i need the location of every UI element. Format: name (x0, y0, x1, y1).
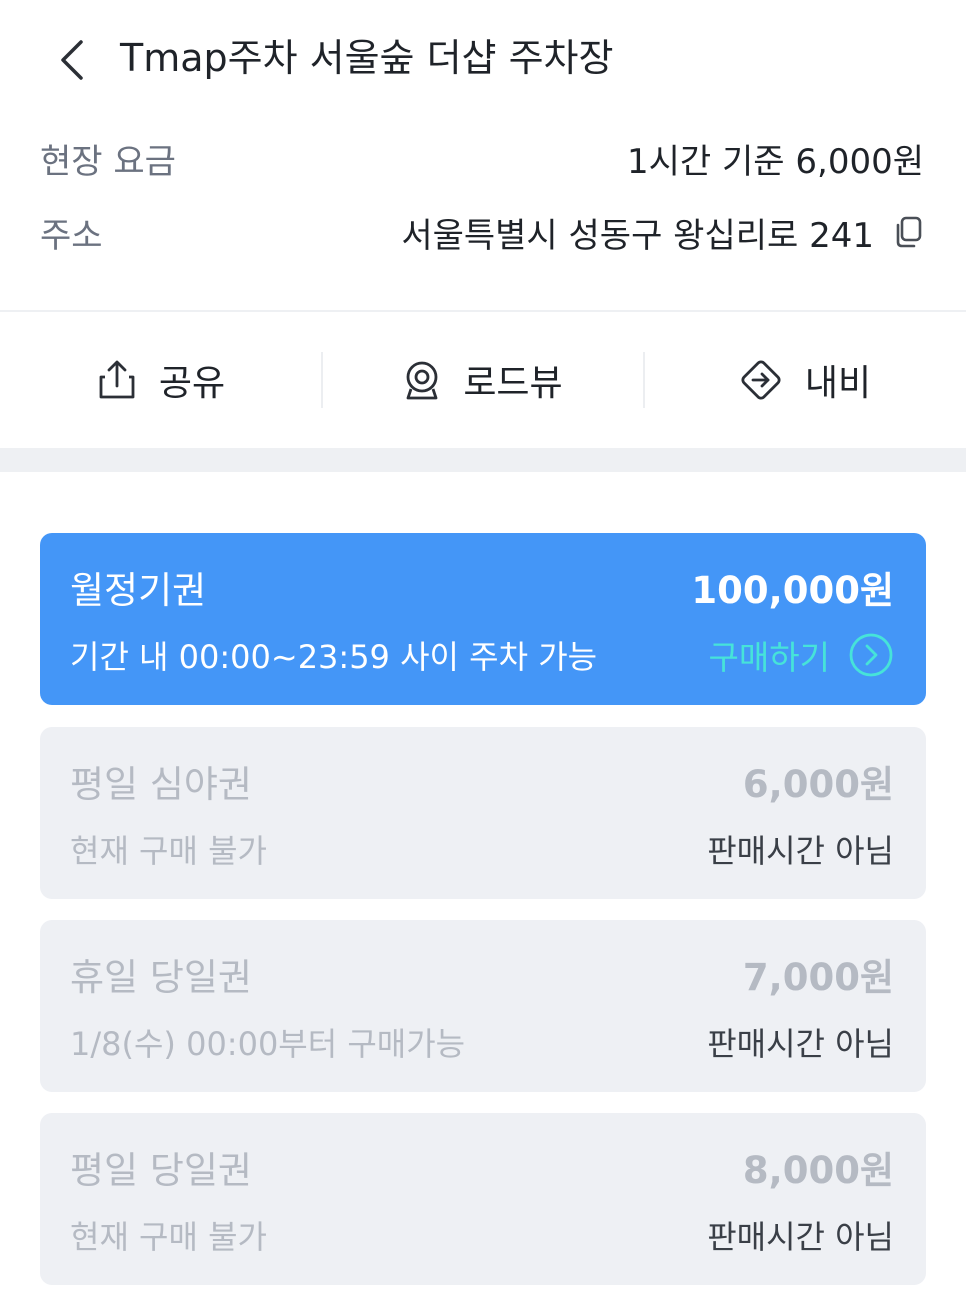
roadview-button[interactable]: 로드뷰 (322, 312, 644, 448)
share-icon (99, 360, 135, 399)
address-label: 주소 (40, 215, 103, 256)
back-button[interactable] (48, 32, 96, 88)
buy-label: 구매하기 (708, 638, 830, 677)
ticket-status: 판매시간 아님 (707, 1218, 894, 1256)
buy-button[interactable]: 구매하기 (709, 631, 894, 679)
navigation-button[interactable]: 내비 (644, 312, 966, 448)
chevron-left-icon (61, 40, 83, 80)
ticket-description: 현재 구매 불가 (70, 1218, 267, 1256)
ticket-footer: 현재 구매 불가 판매시간 아님 (70, 1209, 894, 1261)
share-label: 공유 (158, 363, 226, 404)
navigation-icon (741, 360, 781, 400)
fee-row: 현장 요금 1시간 기준 6,000원 (40, 130, 924, 186)
ticket-price: 8,000원 (742, 1149, 894, 1192)
ticket-card-holiday-day: 휴일 당일권 7,000원 1/8(수) 00:00부터 구매가능 판매시간 아… (40, 920, 926, 1092)
ticket-status: 판매시간 아님 (707, 1025, 894, 1063)
ticket-header: 휴일 당일권 7,000원 (70, 946, 894, 1002)
ticket-status: 판매시간 아님 (707, 832, 894, 870)
ticket-name: 월정기권 (70, 569, 207, 612)
roadview-label: 로드뷰 (463, 363, 563, 404)
share-button[interactable]: 공유 (0, 312, 322, 448)
ticket-description: 1/8(수) 00:00부터 구매가능 (70, 1025, 466, 1063)
section-spacer (0, 448, 966, 472)
ticket-name: 평일 당일권 (70, 1149, 252, 1192)
ticket-footer: 1/8(수) 00:00부터 구매가능 판매시간 아님 (70, 1016, 894, 1068)
ticket-name: 평일 심야권 (70, 763, 252, 806)
ticket-header: 평일 심야권 6,000원 (70, 753, 894, 809)
navigation-label: 내비 (804, 363, 872, 404)
ticket-card-weekday-night: 평일 심야권 6,000원 현재 구매 불가 판매시간 아님 (40, 727, 926, 899)
action-separator (643, 352, 645, 408)
ticket-description: 현재 구매 불가 (70, 832, 267, 870)
action-bar: 공유 로드뷰 내비 (0, 312, 966, 448)
roadview-icon (406, 361, 438, 400)
ticket-header: 평일 당일권 8,000원 (70, 1139, 894, 1195)
address-value-group: 서울특별시 성동구 왕십리로 241 (401, 208, 924, 257)
ticket-card-weekday-day: 평일 당일권 8,000원 현재 구매 불가 판매시간 아님 (40, 1113, 926, 1285)
ticket-price: 6,000원 (742, 763, 894, 806)
chevron-circle-right-icon (849, 633, 893, 677)
ticket-header: 월정기권 100,000원 (70, 559, 894, 615)
ticket-description: 기간 내 00:00~23:59 사이 주차 가능 (70, 638, 598, 676)
app-header: Tmap주차 서울숲 더샵 주차장 (0, 0, 966, 115)
ticket-card-monthly[interactable]: 월정기권 100,000원 기간 내 00:00~23:59 사이 주차 가능 … (40, 533, 926, 705)
ticket-price: 7,000원 (742, 956, 894, 999)
ticket-footer: 현재 구매 불가 판매시간 아님 (70, 823, 894, 875)
action-separator (321, 352, 323, 408)
fee-label: 현장 요금 (40, 141, 176, 182)
ticket-price: 100,000원 (691, 569, 894, 612)
ticket-footer: 기간 내 00:00~23:59 사이 주차 가능 구매하기 (70, 629, 894, 681)
copy-icon (896, 216, 922, 248)
address-value: 서울특별시 성동구 왕십리로 241 (401, 215, 874, 256)
ticket-name: 휴일 당일권 (70, 956, 252, 999)
fee-value: 1시간 기준 6,000원 (627, 141, 924, 182)
page-title: Tmap주차 서울숲 더샵 주차장 (120, 36, 614, 80)
address-row: 주소 서울특별시 성동구 왕십리로 241 (40, 204, 924, 260)
copy-address-button[interactable] (892, 215, 924, 249)
